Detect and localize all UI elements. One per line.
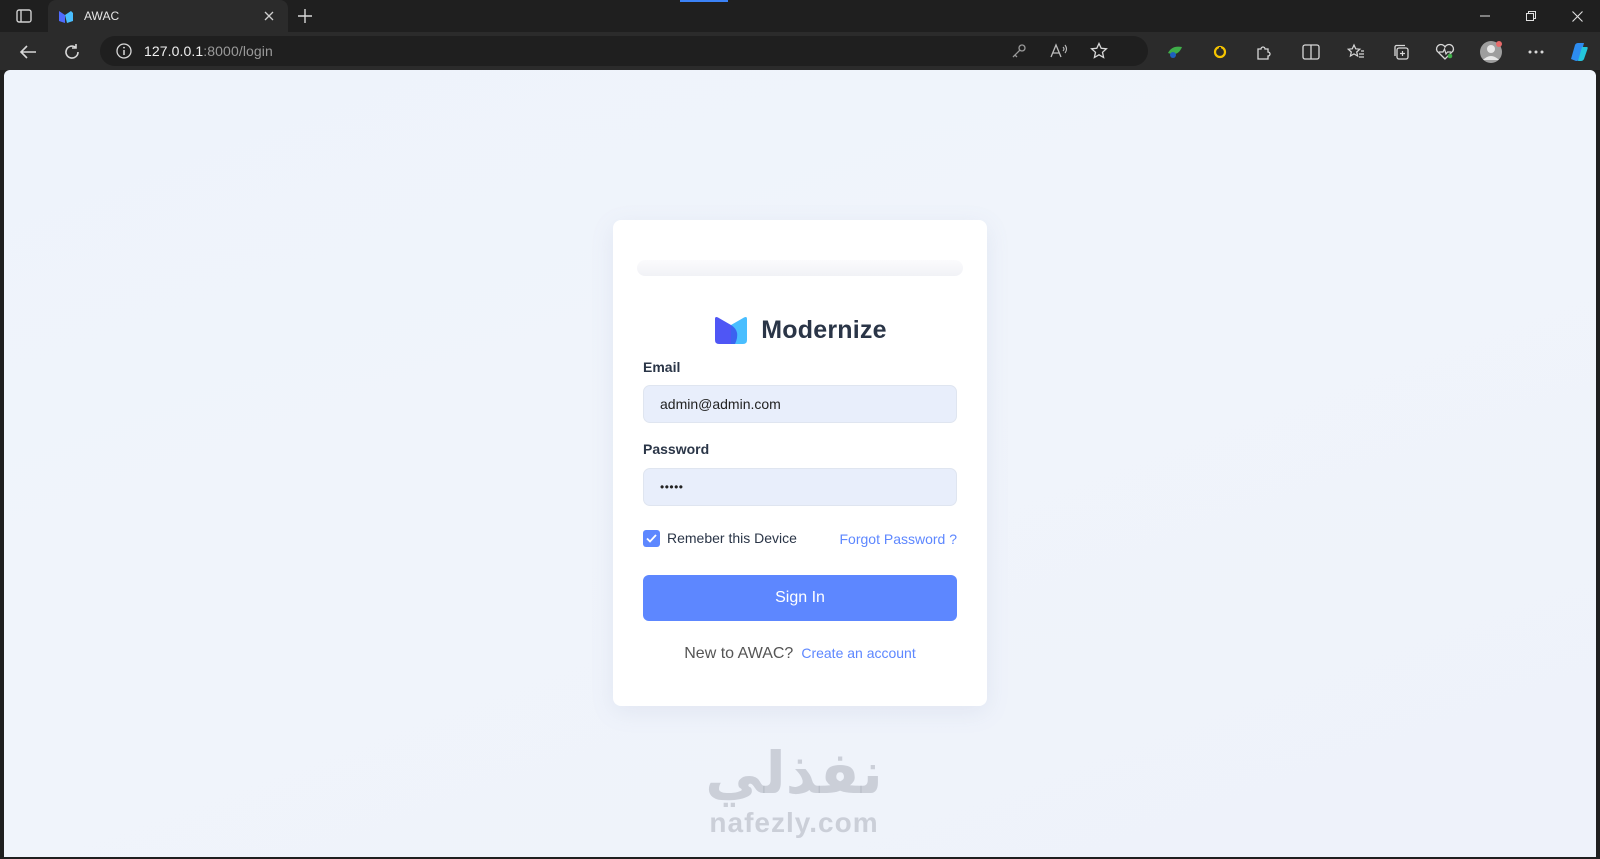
brand-name: Modernize <box>761 315 887 344</box>
tab-title: AWAC <box>84 9 120 23</box>
close-tab-icon[interactable] <box>260 7 278 25</box>
favorites-list-icon[interactable] <box>1341 37 1371 67</box>
email-label: Email <box>643 359 681 375</box>
brand-logo[interactable]: Modernize <box>613 315 987 345</box>
extension-green-icon[interactable] <box>1160 37 1190 67</box>
page-viewport: Modernize Email admin@admin.com Password… <box>4 70 1596 857</box>
signup-prompt: New to AWAC? Create an account <box>613 645 987 663</box>
url-text[interactable]: 127.0.0.1:8000/login <box>144 43 273 59</box>
password-field[interactable]: ••••• <box>643 468 957 506</box>
close-window-icon[interactable] <box>1554 0 1600 32</box>
site-info-icon[interactable] <box>116 43 132 59</box>
profile-avatar-icon[interactable] <box>1476 37 1506 67</box>
remember-checkbox[interactable] <box>643 530 660 547</box>
password-label: Password <box>643 441 710 457</box>
tab-indicator <box>680 0 728 2</box>
minimize-icon[interactable] <box>1462 0 1508 32</box>
browser-essentials-icon[interactable] <box>1430 37 1460 67</box>
favorite-star-icon[interactable] <box>1088 40 1110 62</box>
url-path: :8000/login <box>203 43 273 59</box>
password-key-icon[interactable] <box>1008 40 1030 62</box>
browser-toolbar: 127.0.0.1:8000/login <box>0 32 1600 70</box>
create-account-link[interactable]: Create an account <box>801 645 915 661</box>
read-aloud-icon[interactable] <box>1048 40 1070 62</box>
sign-in-button[interactable]: Sign In <box>643 575 957 621</box>
watermark: نفذلي nafezly.com <box>684 738 904 838</box>
card-top-bar <box>637 260 963 276</box>
modernize-favicon-icon <box>59 11 73 23</box>
copilot-icon[interactable] <box>1563 37 1593 67</box>
watermark-arabic: نفذلي <box>705 739 883 807</box>
restore-icon[interactable] <box>1508 0 1554 32</box>
extensions-puzzle-icon[interactable] <box>1249 37 1279 67</box>
split-screen-icon[interactable] <box>1296 37 1326 67</box>
watermark-latin: nafezly.com <box>709 807 879 838</box>
more-menu-icon[interactable] <box>1521 37 1551 67</box>
url-host: 127.0.0.1 <box>144 43 204 59</box>
forgot-password-link[interactable]: Forgot Password ? <box>840 531 958 547</box>
new-tab-icon[interactable] <box>294 5 316 27</box>
address-bar[interactable]: 127.0.0.1:8000/login <box>100 36 1148 66</box>
browser-tab[interactable]: AWAC <box>48 0 288 32</box>
modernize-logo-icon <box>715 317 748 344</box>
login-card: Modernize Email admin@admin.com Password… <box>613 220 987 706</box>
extension-yellow-icon[interactable] <box>1205 37 1235 67</box>
collections-icon[interactable] <box>1386 37 1416 67</box>
remember-label[interactable]: Remeber this Device <box>667 530 797 546</box>
refresh-icon[interactable] <box>57 37 87 67</box>
tab-actions-icon[interactable] <box>12 6 36 26</box>
email-field[interactable]: admin@admin.com <box>643 385 957 423</box>
tab-strip: AWAC <box>0 0 1600 32</box>
back-arrow-icon[interactable] <box>13 37 43 67</box>
new-user-text: New to AWAC? <box>684 645 794 662</box>
